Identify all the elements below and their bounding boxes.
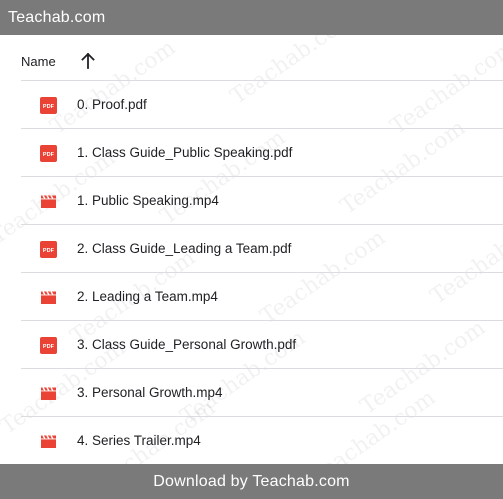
svg-text:PDF: PDF [43,344,55,350]
download-banner[interactable]: Download by Teachab.com [0,464,503,499]
file-row[interactable]: PDF 0. Proof.pdf [21,81,503,129]
list-header: Name [21,35,503,81]
file-name: 3. Class Guide_Personal Growth.pdf [77,337,297,352]
file-row[interactable]: 4. Series Trailer.mp4 [21,417,503,464]
top-banner: Teachab.com [0,0,503,35]
pdf-icon: PDF [40,145,57,162]
file-name: 1. Class Guide_Public Speaking.pdf [77,145,293,160]
download-banner-text: Download by Teachab.com [153,473,350,490]
video-icon [40,289,57,306]
file-row[interactable]: PDF 1. Class Guide_Public Speaking.pdf [21,129,503,177]
file-row[interactable]: 2. Leading a Team.mp4 [21,273,503,321]
svg-text:PDF: PDF [43,104,55,110]
pdf-icon: PDF [40,337,57,354]
pdf-icon: PDF [40,241,57,258]
file-row[interactable]: 1. Public Speaking.mp4 [21,177,503,225]
column-header-name[interactable]: Name [21,54,56,69]
sort-ascending-icon[interactable] [81,52,95,69]
pdf-icon: PDF [40,97,57,114]
file-name: 4. Series Trailer.mp4 [77,433,201,448]
file-list: Teachab.com Teachab.com Teachab.com Teachab… [0,35,503,464]
file-name: 0. Proof.pdf [77,97,147,112]
file-name: 2. Class Guide_Leading a Team.pdf [77,241,292,256]
file-name: 3. Personal Growth.mp4 [77,385,223,400]
file-row[interactable]: PDF 2. Class Guide_Leading a Team.pdf [21,225,503,273]
video-icon [40,433,57,450]
file-name: 2. Leading a Team.mp4 [77,289,218,304]
video-icon [40,193,57,210]
file-name: 1. Public Speaking.mp4 [77,193,219,208]
file-row[interactable]: PDF 3. Class Guide_Personal Growth.pdf [21,321,503,369]
svg-text:PDF: PDF [43,152,55,158]
top-banner-title: Teachab.com [8,9,106,26]
svg-text:PDF: PDF [43,248,55,254]
video-icon [40,385,57,402]
file-row[interactable]: 3. Personal Growth.mp4 [21,369,503,417]
